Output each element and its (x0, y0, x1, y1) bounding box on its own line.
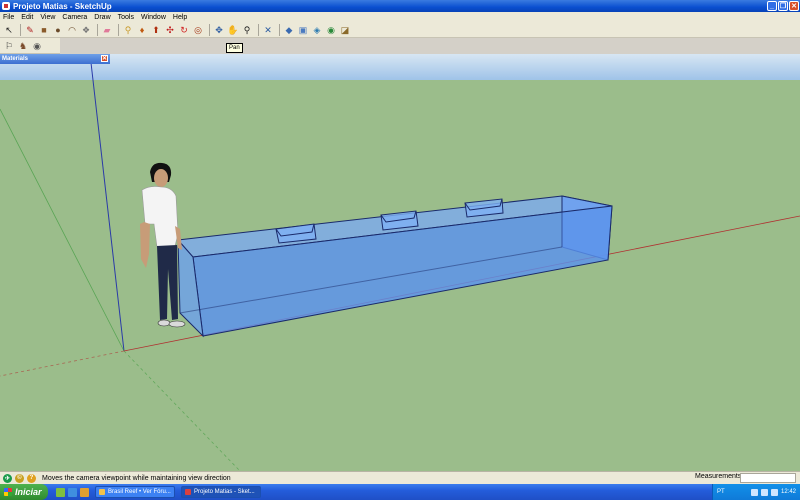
menu-edit[interactable]: Edit (18, 14, 37, 21)
media-player-icon[interactable] (80, 487, 89, 497)
tape-measure-icon[interactable]: ⚲ (122, 24, 134, 36)
get-models-icon[interactable]: ◆ (283, 24, 295, 36)
menu-bar: File Edit View Camera Draw Tools Window … (0, 12, 800, 22)
tray-volume-icon[interactable] (760, 488, 768, 496)
select-arrow-icon[interactable]: ↖ (3, 24, 15, 36)
toolbar-separator (279, 23, 280, 36)
rectangle-icon[interactable]: ■ (38, 24, 50, 36)
start-button[interactable]: Iniciar (0, 484, 48, 500)
windows-flag-icon (4, 488, 12, 496)
materials-panel-titlebar[interactable]: Materials ✕ (0, 54, 110, 64)
language-indicator[interactable]: PT (717, 489, 725, 495)
pan-icon[interactable]: ✋ (227, 24, 239, 36)
main-toolbar: ↖ ✎ ■ ● ◠ ❖ ▰ ⚲ ♦ ⬆ ✣ ↻ ◎ ✥ ✋ ⚲ ✕ ◆ ▣ ◈ ◉ ◪ (0, 22, 800, 38)
taskbar-item-sketchup[interactable]: Projeto Matias - Sket... (181, 486, 261, 498)
offset-icon[interactable]: ◎ (192, 24, 204, 36)
menu-tools[interactable]: Tools (115, 14, 138, 21)
face (154, 169, 168, 187)
move-icon[interactable]: ✣ (164, 24, 176, 36)
quick-launch (56, 487, 89, 497)
make-component-icon[interactable]: ❖ (80, 24, 92, 36)
toolbar-separator (97, 23, 98, 36)
camera-toolbar: ⚐ ♞ ◉ (0, 38, 60, 54)
walk-icon[interactable]: ♞ (17, 40, 29, 52)
taskbar: Iniciar Brasil Reef • Ver Fóru... Projet… (0, 484, 800, 500)
eraser-icon[interactable]: ▰ (101, 24, 113, 36)
clock: 12:42 (780, 489, 796, 495)
measurements-input[interactable] (740, 473, 796, 483)
window-title: Projeto Matias - SketchUp (13, 1, 112, 11)
share-model-icon[interactable]: ▣ (297, 24, 309, 36)
paint-bucket-icon[interactable]: ♦ (136, 24, 148, 36)
menu-help[interactable]: Help (170, 14, 191, 21)
pencil-icon[interactable]: ✎ (24, 24, 36, 36)
menu-window[interactable]: Window (138, 14, 170, 21)
show-desktop-icon[interactable] (56, 487, 65, 497)
taskbar-item-browser[interactable]: Brasil Reef • Ver Fóru... (95, 486, 175, 498)
tooltip: Pan (226, 43, 243, 53)
help-icon[interactable]: ? (27, 473, 36, 483)
taskbar-item-sketchup-label: Projeto Matias - Sket... (194, 489, 255, 495)
menu-file[interactable]: File (0, 14, 18, 21)
rotate-icon[interactable]: ↻ (178, 24, 190, 36)
orbit-icon[interactable]: ✥ (213, 24, 225, 36)
zoom-icon[interactable]: ⚲ (241, 24, 253, 36)
tray-antivirus-icon[interactable] (770, 488, 778, 496)
zoom-extents-icon[interactable]: ✕ (262, 24, 274, 36)
system-tray: PT 12:42 (712, 484, 800, 500)
restore-button[interactable]: ❐ (778, 1, 788, 11)
left-shoe (157, 319, 171, 327)
arc-icon[interactable]: ◠ (66, 24, 78, 36)
title-bar: Projeto Matias - SketchUp _ ❐ ✕ (0, 0, 800, 12)
minimize-button[interactable]: _ (767, 1, 777, 11)
materials-panel-title: Materials (2, 56, 29, 62)
sky (0, 54, 800, 80)
status-bar: ✈ © ? Moves the camera viewpoint while m… (0, 471, 800, 484)
share-component-icon[interactable]: ◈ (311, 24, 323, 36)
browser-icon (99, 489, 105, 495)
look-around-icon[interactable]: ◉ (31, 40, 43, 52)
right-shoe (168, 320, 186, 328)
model-viewport[interactable] (0, 54, 800, 471)
menu-camera[interactable]: Camera (59, 14, 91, 21)
taskbar-item-browser-label: Brasil Reef • Ver Fóru... (108, 489, 171, 495)
toolbar-separator (20, 23, 21, 36)
toolbar-separator (258, 23, 259, 36)
circle-icon[interactable]: ● (52, 24, 64, 36)
sketchup-app-icon (2, 2, 10, 10)
menu-draw[interactable]: Draw (91, 14, 114, 21)
toolbar-separator (118, 23, 119, 36)
sketchup-icon (185, 489, 191, 495)
status-message: Moves the camera viewpoint while maintai… (42, 474, 231, 482)
toolbar-separator (209, 23, 210, 36)
credits-icon[interactable]: © (15, 473, 24, 483)
photo-textures-icon[interactable]: ◪ (339, 24, 351, 36)
menu-view[interactable]: View (37, 14, 59, 21)
push-pull-icon[interactable]: ⬆ (150, 24, 162, 36)
materials-close-icon[interactable]: ✕ (101, 55, 108, 62)
close-window-button[interactable]: ✕ (789, 1, 799, 11)
google-earth-icon[interactable]: ◉ (325, 24, 337, 36)
measurements-label: Measurements (695, 473, 742, 480)
geolocation-icon[interactable]: ✈ (3, 473, 12, 483)
position-camera-icon[interactable]: ⚐ (3, 40, 15, 52)
tray-network-icon[interactable] (750, 488, 758, 496)
internet-explorer-icon[interactable] (68, 487, 77, 497)
start-label: Iniciar (15, 487, 42, 497)
